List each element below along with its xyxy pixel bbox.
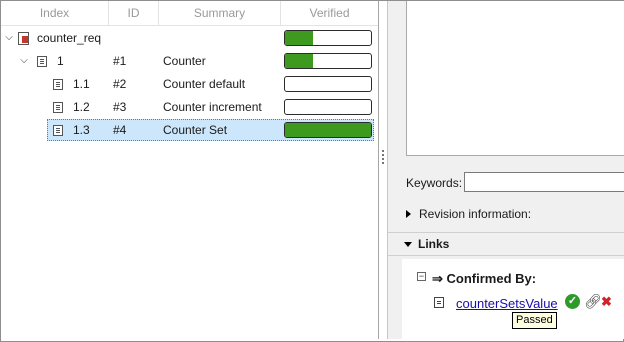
tree-row[interactable]: 1.2 #3 Counter increment xyxy=(1,96,378,119)
check-passed-icon[interactable]: ✓ xyxy=(565,294,580,309)
splitter-handle[interactable] xyxy=(382,150,385,166)
column-header-id[interactable]: ID xyxy=(109,1,159,26)
revision-label: Revision information: xyxy=(419,207,532,221)
verified-progress-bar xyxy=(284,99,372,115)
column-header-index[interactable]: Index xyxy=(1,1,109,26)
verified-progress-bar xyxy=(284,76,372,92)
row-id: #3 xyxy=(113,100,127,114)
chevron-down-icon[interactable]: ⌵ xyxy=(3,27,15,50)
links-header: Links xyxy=(418,237,450,251)
requirement-icon xyxy=(53,102,63,113)
tree-row-root[interactable]: ⌵ counter_req xyxy=(1,27,378,50)
row-id: #4 xyxy=(113,123,127,137)
row-index: 1.2 xyxy=(73,100,90,114)
verified-fill xyxy=(285,123,371,137)
divider xyxy=(388,232,624,233)
link-counter-sets-value[interactable]: counterSetsValue xyxy=(456,296,558,311)
chain-link-icon[interactable]: 🔗︎ xyxy=(584,293,602,310)
requirement-icon xyxy=(53,79,63,90)
chevron-down-icon[interactable]: ⌵ xyxy=(18,50,30,73)
verified-progress-bar xyxy=(284,30,372,46)
verified-progress-bar xyxy=(284,53,372,69)
tree-row-selected[interactable]: 1.3 #4 Counter Set xyxy=(1,119,378,142)
collapse-icon[interactable]: − xyxy=(417,272,426,281)
column-header-summary[interactable]: Summary xyxy=(159,1,281,26)
revision-toggle[interactable]: Revision information: xyxy=(406,207,531,221)
verified-fill xyxy=(285,31,314,45)
details-pane: Keywords: Revision information: Links − … xyxy=(387,1,624,339)
column-header-verified[interactable]: Verified xyxy=(281,1,378,26)
chevron-right-icon xyxy=(406,210,411,218)
keywords-input[interactable] xyxy=(464,172,624,192)
row-id: #2 xyxy=(113,77,127,91)
description-editor[interactable] xyxy=(406,1,624,156)
row-index: 1.1 xyxy=(73,77,90,91)
chevron-down-icon xyxy=(404,242,412,248)
status-tooltip: Passed xyxy=(512,312,557,329)
row-summary: Counter increment xyxy=(163,100,262,114)
row-index: 1 xyxy=(57,54,64,68)
requirement-icon xyxy=(53,125,63,136)
keywords-label: Keywords: xyxy=(406,176,463,190)
requirement-icon xyxy=(37,56,47,67)
tree-root-label: counter_req xyxy=(37,31,102,45)
row-summary: Counter xyxy=(163,54,206,68)
requirement-set-icon xyxy=(18,32,29,45)
confirmed-by-label: ⇒ Confirmed By: xyxy=(432,271,537,286)
row-summary: Counter Set xyxy=(163,123,228,137)
linked-item-icon xyxy=(434,297,444,308)
row-id: #1 xyxy=(113,54,127,68)
verified-progress-bar xyxy=(284,122,372,138)
row-index: 1.3 xyxy=(73,123,90,137)
divider xyxy=(388,255,624,256)
tree-row[interactable]: ⌵ 1 #1 Counter xyxy=(1,50,378,73)
delete-link-icon[interactable]: ✖ xyxy=(601,294,612,310)
tree-row[interactable]: 1.1 #2 Counter default xyxy=(1,73,378,96)
links-section-toggle[interactable]: Links xyxy=(404,237,449,251)
verified-fill xyxy=(285,54,314,68)
requirements-tree: Index ID Summary Verified ⌵ counter_req … xyxy=(1,1,379,339)
row-summary: Counter default xyxy=(163,77,246,91)
